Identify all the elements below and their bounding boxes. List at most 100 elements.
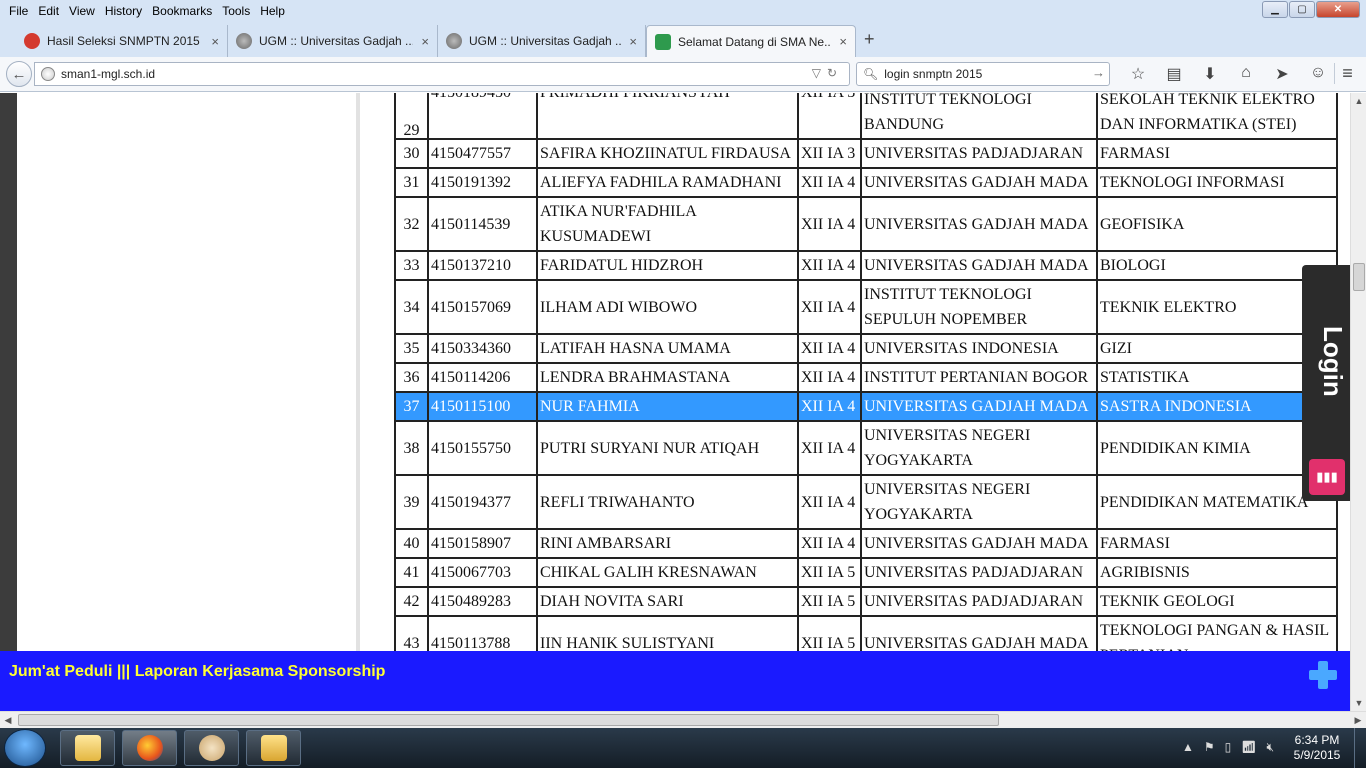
flag-icon[interactable]: ⚑	[1204, 740, 1215, 755]
login-widget[interactable]: Login ▮▮▮	[1302, 265, 1350, 501]
scroll-right-icon[interactable]: ▶	[1350, 712, 1366, 729]
cell-no: 39	[394, 474, 429, 530]
bookmark-star-icon[interactable]: ☆	[1120, 64, 1156, 84]
windows-taskbar: ▲ ⚑ ▯ 📶︎ 🔇︎ 6:34 PM 5/9/2015	[0, 728, 1366, 768]
cell-university: UNIVERSITAS INDONESIA	[860, 333, 1098, 364]
tab-ugm-2[interactable]: UGM :: Universitas Gadjah ... ×	[438, 25, 646, 57]
table-row: 37 4150115100 NUR FAHMIA XII IA 4 UNIVERSITA…	[394, 391, 1338, 422]
table-row: 30 4150477557 SAFIRA KHOZIINATUL FIRDAUSA X…	[394, 138, 1338, 169]
vertical-scrollbar[interactable]: ▲ ▼	[1350, 93, 1366, 711]
cell-major: TEKNOLOGI INFORMASI	[1096, 167, 1338, 198]
plus-icon[interactable]	[1309, 661, 1337, 689]
banner-text[interactable]: Jum'at Peduli ||| Laporan Kerjasama Spon…	[9, 663, 385, 681]
tab-close-icon[interactable]: ×	[629, 34, 637, 49]
menu-view[interactable]: View	[64, 4, 100, 18]
cell-class: XII IA 4	[797, 333, 862, 364]
cell-nisn: 4150114206	[427, 362, 538, 393]
cell-class: XII IA 4	[797, 279, 862, 335]
cell-university: UNIVERSITAS GADJAH MADA	[860, 250, 1098, 281]
tab-sma-active[interactable]: Selamat Datang di SMA Ne... ×	[646, 25, 856, 57]
cell-no: 42	[394, 586, 429, 617]
cell-class: XII IA 4	[797, 196, 862, 252]
nav-bar: ← sman1-mgl.sch.id ▽↻ 🔍︎ login snmptn 20…	[0, 57, 1366, 92]
cell-nisn: 4150137210	[427, 250, 538, 281]
chat-icon[interactable]: ☺	[1300, 64, 1336, 84]
minimize-button[interactable]: ▁	[1262, 1, 1288, 18]
show-desktop-button[interactable]	[1354, 728, 1366, 768]
cell-major: PENDIDIKAN MATEMATIKA	[1096, 474, 1338, 530]
selected-text: SASTRA INDONESIA	[1100, 398, 1252, 415]
url-text: sman1-mgl.sch.id	[61, 67, 156, 81]
tray-expand-icon[interactable]: ▲	[1182, 740, 1194, 755]
cell-class: XII IA 5	[797, 586, 862, 617]
tab-close-icon[interactable]: ×	[211, 34, 219, 49]
scroll-thumb-horizontal[interactable]	[18, 714, 999, 726]
search-input[interactable]: login snmptn 2015	[884, 67, 982, 81]
scroll-down-icon[interactable]: ▼	[1351, 695, 1366, 711]
taskbar-explorer[interactable]	[60, 730, 115, 766]
cell-no: 34	[394, 279, 429, 335]
cell-no: 35	[394, 333, 429, 364]
cell-university: UNIVERSITAS PADJADJARAN	[860, 138, 1098, 169]
close-window-button[interactable]: ✕	[1316, 1, 1360, 18]
cell-university: UNIVERSITAS GADJAH MADA	[860, 391, 1098, 422]
reload-icon[interactable]: ↻	[827, 66, 843, 80]
selected-text: XII IA 4	[801, 398, 856, 415]
menu-tools[interactable]: Tools	[217, 4, 255, 18]
menu-edit[interactable]: Edit	[33, 4, 64, 18]
taskbar-firefox[interactable]	[122, 730, 177, 766]
cell-no: 38	[394, 420, 429, 476]
globe-icon	[41, 67, 55, 81]
scroll-up-icon[interactable]: ▲	[1351, 93, 1366, 109]
search-go-icon[interactable]: →	[1092, 65, 1105, 80]
page-content: 29 4150189450 PRIMADHI FIKRIANSYAH XII I…	[0, 93, 1350, 711]
clock[interactable]: 6:34 PM 5/9/2015	[1286, 733, 1348, 763]
folder-icon	[260, 735, 287, 761]
volume-icon[interactable]: 🔇︎	[1266, 740, 1274, 755]
menu-file[interactable]: File	[4, 4, 33, 18]
home-icon[interactable]: ⌂	[1228, 64, 1264, 84]
menu-history[interactable]: History	[100, 4, 147, 18]
table-row: 40 4150158907 RINI AMBARSARI XII IA 4 UNIVER…	[394, 528, 1338, 559]
download-icon[interactable]: ⬇	[1192, 64, 1228, 84]
menu-hamburger-icon[interactable]: ≡	[1334, 63, 1360, 84]
send-icon[interactable]: ➤	[1264, 64, 1300, 84]
menu-bookmarks[interactable]: Bookmarks	[147, 4, 217, 18]
scroll-left-icon[interactable]: ◀	[0, 712, 16, 729]
bookmarks-list-icon[interactable]: ▤	[1156, 64, 1192, 84]
cell-nisn: 4150157069	[427, 279, 538, 335]
battery-icon[interactable]: ▯	[1225, 740, 1232, 755]
cell-no: 30	[394, 138, 429, 169]
tab-hasil-seleksi[interactable]: Hasil Seleksi SNMPTN 2015 ×	[16, 25, 228, 57]
cell-name: CHIKAL GALIH KRESNAWAN	[536, 557, 799, 588]
clock-date: 5/9/2015	[1293, 748, 1341, 762]
start-button[interactable]	[4, 729, 46, 767]
cell-nisn: 4150191392	[427, 167, 538, 198]
menu-help[interactable]: Help	[255, 4, 290, 18]
cell-class: XII IA 4	[797, 167, 862, 198]
network-icon[interactable]: 📶︎	[1241, 740, 1256, 755]
tab-ugm-1[interactable]: UGM :: Universitas Gadjah ... ×	[228, 25, 438, 57]
taskbar-paint[interactable]	[184, 730, 239, 766]
cell-name: LATIFAH HASNA UMAMA	[536, 333, 799, 364]
cell-no: 32	[394, 196, 429, 252]
cell-nisn: 4150189450	[427, 93, 538, 140]
taskbar-folder[interactable]	[246, 730, 301, 766]
cell-major: FARMASI	[1096, 138, 1338, 169]
sidebar-panel	[17, 93, 360, 711]
dropdown-icon[interactable]: ▽	[812, 66, 827, 80]
table-row: 41 4150067703 CHIKAL GALIH KRESNAWAN XII IA…	[394, 557, 1338, 588]
back-button[interactable]: ←	[6, 61, 32, 87]
horizontal-scrollbar[interactable]: ◀ ▶	[0, 711, 1366, 728]
cell-class: XII IA 5	[797, 557, 862, 588]
selected-text: NUR FAHMIA	[540, 398, 640, 415]
signal-icon[interactable]: ▮▮▮	[1309, 459, 1345, 495]
cell-no: 36	[394, 362, 429, 393]
url-bar[interactable]: sman1-mgl.sch.id ▽↻	[34, 62, 850, 86]
tab-close-icon[interactable]: ×	[839, 34, 847, 49]
tab-close-icon[interactable]: ×	[421, 34, 429, 49]
search-bar[interactable]: 🔍︎ login snmptn 2015 →	[856, 62, 1110, 86]
scroll-thumb[interactable]	[1353, 263, 1365, 291]
new-tab-button[interactable]: +	[864, 29, 875, 50]
maximize-button[interactable]: ▢	[1289, 1, 1315, 18]
